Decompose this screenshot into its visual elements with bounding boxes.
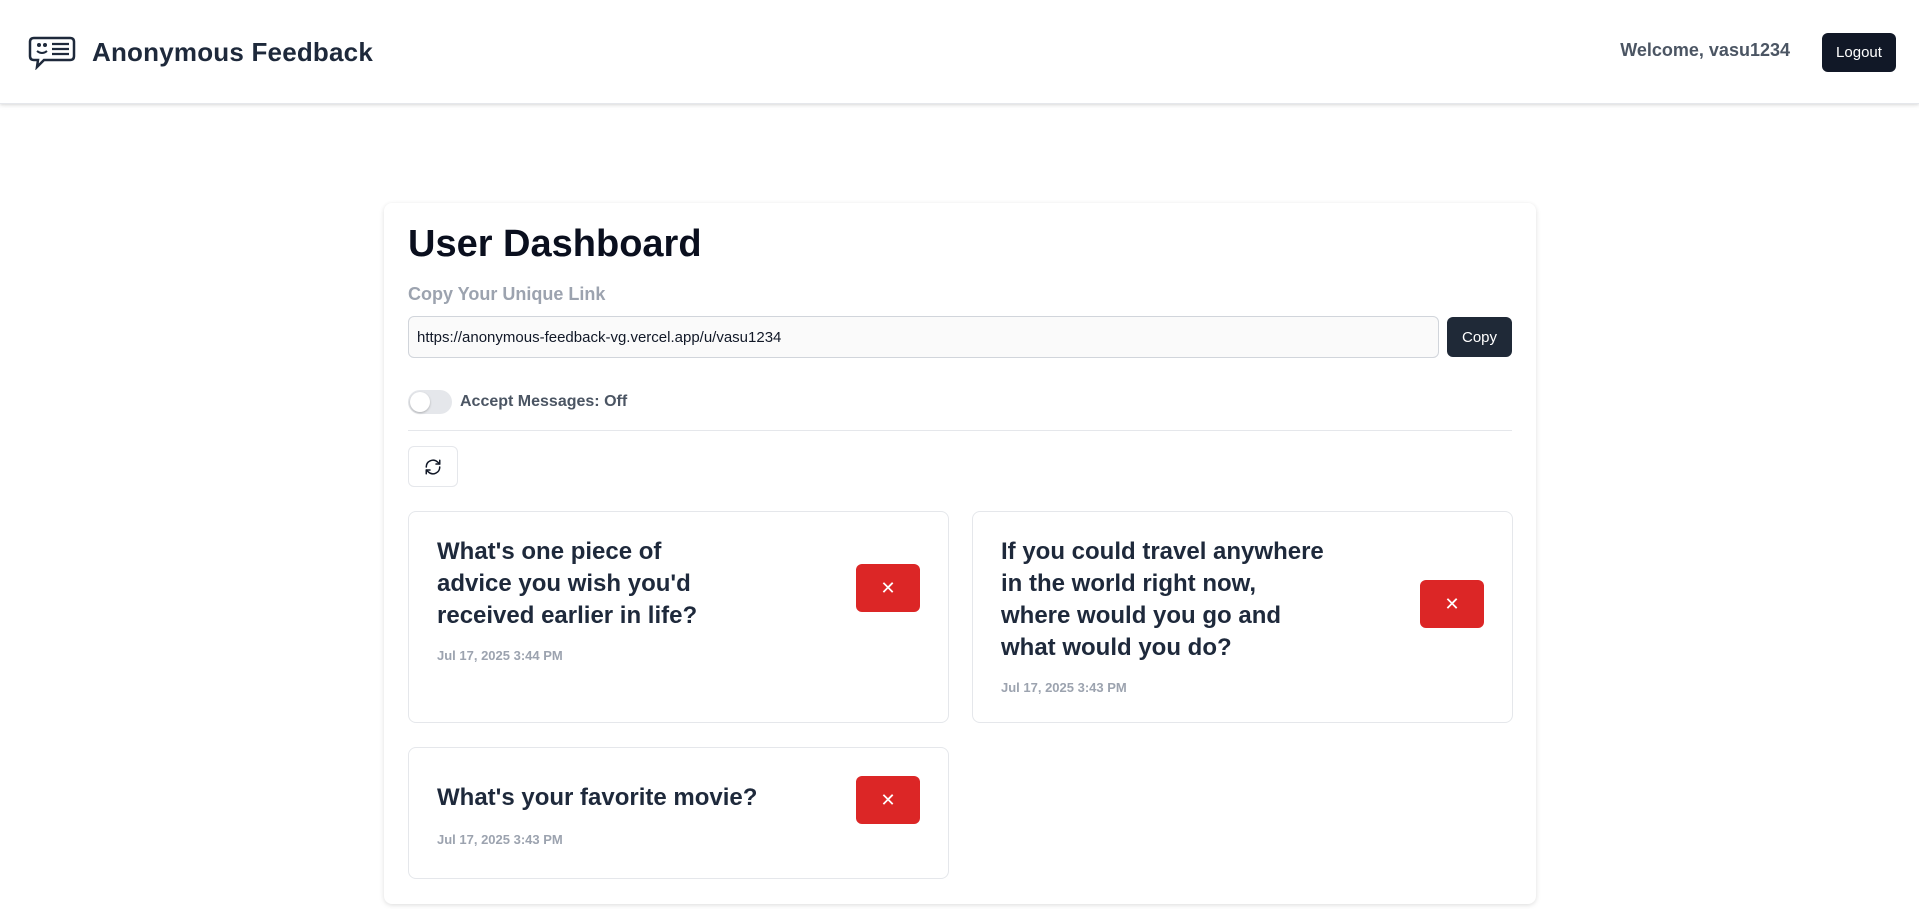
unique-link-label: Copy Your Unique Link xyxy=(408,284,606,304)
copy-button[interactable]: Copy xyxy=(1447,317,1512,357)
delete-message-button[interactable]: ✕ xyxy=(856,776,920,824)
refresh-button[interactable] xyxy=(408,446,458,487)
feedback-chat-icon xyxy=(28,36,76,70)
welcome-text: Welcome, vasu1234 xyxy=(1620,40,1790,60)
message-text: If you could travel anywhere in the worl… xyxy=(1001,538,1324,661)
message-text: What's one piece of advice you wish you'… xyxy=(437,538,698,629)
refresh-icon xyxy=(425,459,441,474)
toggle-knob xyxy=(410,392,430,412)
brand-title: Anonymous Feedback xyxy=(92,36,373,67)
delete-message-button[interactable]: ✕ xyxy=(1420,580,1484,628)
message-text: What's your favorite movie? xyxy=(437,784,758,811)
delete-message-button[interactable]: ✕ xyxy=(856,564,920,612)
message-date: Jul 17, 2025 3:43 PM xyxy=(1001,680,1127,695)
message-card: What's one piece of advice you wish you'… xyxy=(408,511,949,723)
brand[interactable]: Anonymous Feedback xyxy=(28,34,373,70)
page-title: User Dashboard xyxy=(408,223,702,265)
divider xyxy=(408,430,1512,431)
navbar: Anonymous Feedback Welcome, vasu1234 Log… xyxy=(0,0,1919,104)
accept-messages-label: Accept Messages: Off xyxy=(460,393,628,410)
message-card: What's your favorite movie? Jul 17, 2025… xyxy=(408,747,949,879)
message-date: Jul 17, 2025 3:43 PM xyxy=(437,832,563,847)
message-card: If you could travel anywhere in the worl… xyxy=(972,511,1513,723)
accept-messages-toggle[interactable] xyxy=(408,390,452,414)
dashboard-card: User Dashboard Copy Your Unique Link Cop… xyxy=(384,203,1536,904)
message-date: Jul 17, 2025 3:44 PM xyxy=(437,648,563,663)
logout-button[interactable]: Logout xyxy=(1822,33,1896,72)
unique-link-input[interactable] xyxy=(408,316,1439,358)
